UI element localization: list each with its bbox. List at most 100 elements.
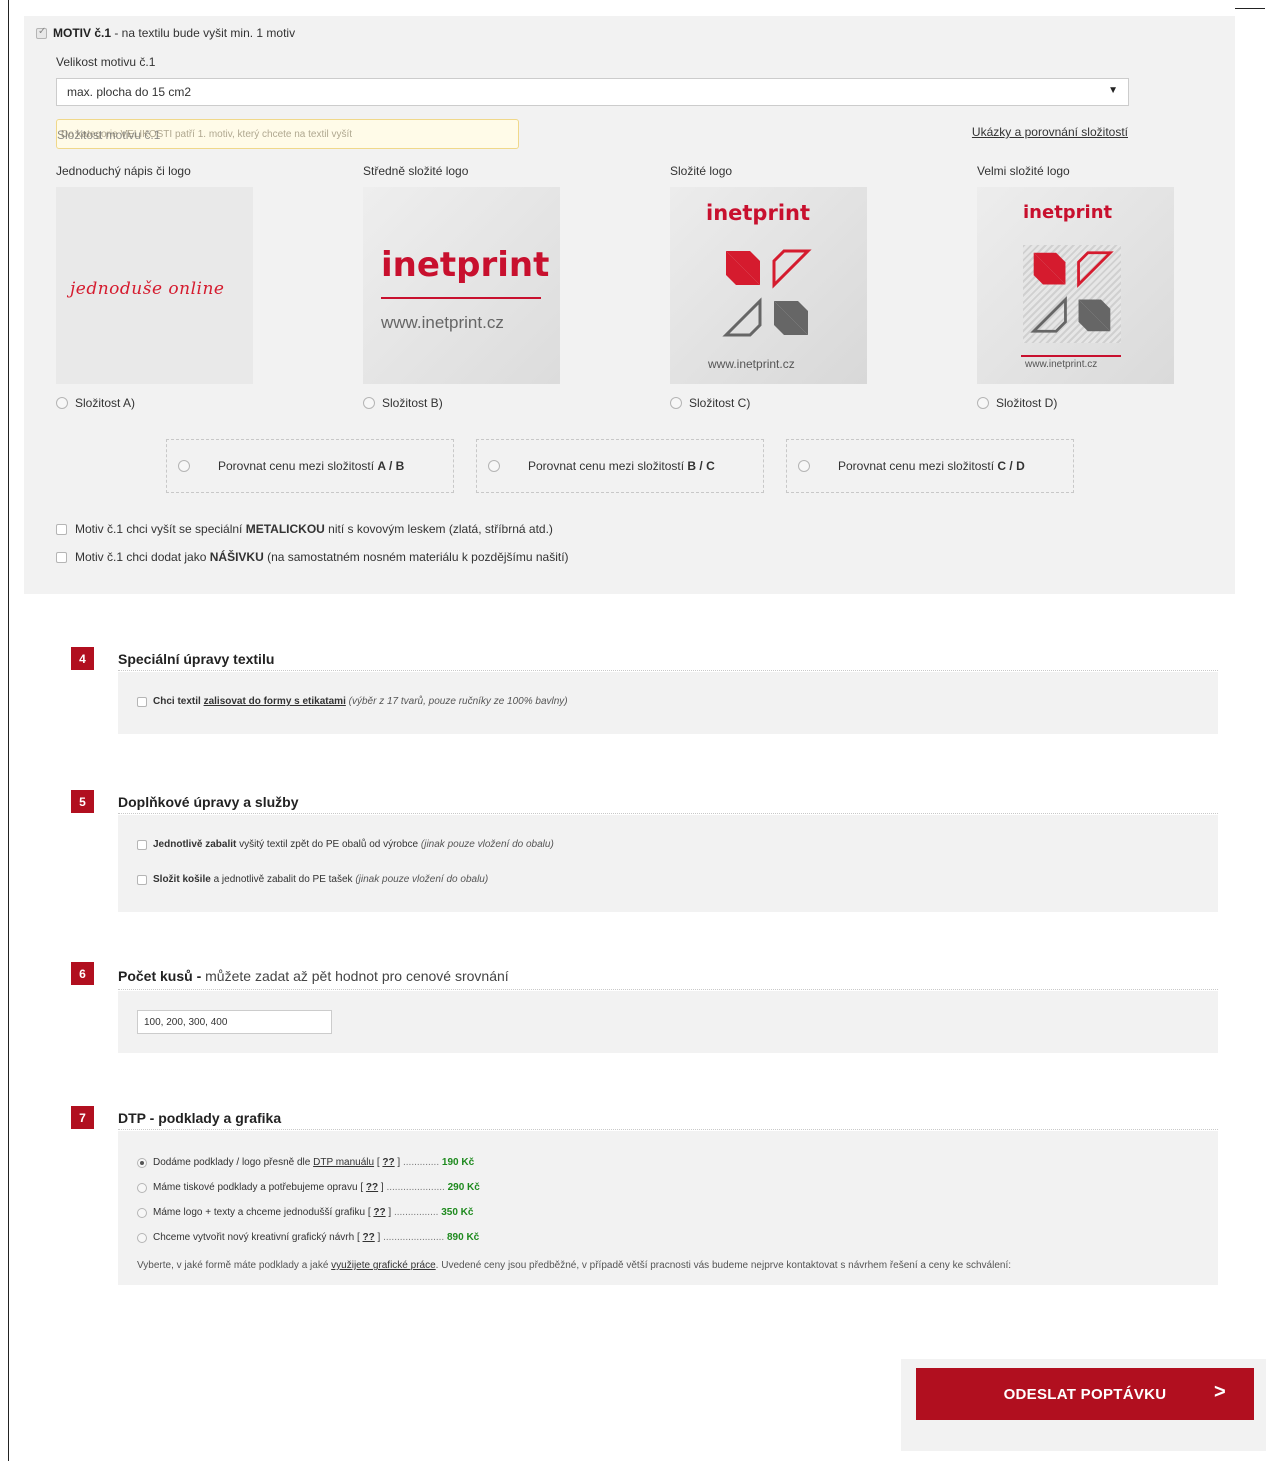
dtp-dots: ..................... [383, 1182, 448, 1193]
submit-inquiry-button[interactable]: ODESLAT POPTÁVKU > [916, 1368, 1254, 1420]
press-form-option[interactable]: Chci textil zalisovat do formy s etikata… [137, 696, 568, 707]
dtp-option-3-radio[interactable] [137, 1207, 147, 1218]
dtp-option-text: Dodáme podklady / logo přesně dle [153, 1157, 314, 1168]
dtp-price: 290 Kč [447, 1182, 480, 1193]
individual-pack-option[interactable]: Jednotlivě zabalit vyšitý textil zpět do… [137, 839, 554, 850]
image-caption: jednoduše online [70, 279, 225, 299]
graphic-work-link[interactable]: využijete grafické práce [331, 1260, 436, 1271]
page-frame-left [8, 0, 9, 1461]
dtp-option-1-radio[interactable] [137, 1157, 147, 1168]
complexity-d-image: inetprint www.inetprint.cz [977, 187, 1174, 384]
complexity-b-option[interactable]: Složitost B) [363, 396, 563, 410]
logo-underline [1021, 355, 1121, 357]
complexity-d-option[interactable]: Složitost D) [977, 396, 1177, 410]
fold-shirts-text: a jednotlivě zabalit do PE tašek [210, 874, 356, 885]
complexity-b: Středně složité logo inetprint www.inetp… [363, 164, 563, 410]
complexity-title: Středně složité logo [363, 164, 469, 178]
dtp-note: Vyberte, v jaké formě máte podklady a ja… [137, 1260, 1011, 1271]
dtp-option-2-radio[interactable] [137, 1182, 147, 1193]
patch-checkbox[interactable] [56, 551, 67, 563]
complexity-c-image: inetprint www.inetprint.cz [670, 187, 867, 384]
section-6-title-bold: Počet kusů - [118, 968, 202, 984]
motive-panel: MOTIV č.1 - na textilu bude vyšit min. 1… [24, 16, 1235, 594]
compare-text: Porovnat cenu mezi složitostí [838, 459, 998, 473]
complexity-d-radio[interactable] [977, 397, 989, 409]
fold-shirts-checkbox[interactable] [137, 874, 147, 885]
compare-a-b[interactable]: Porovnat cenu mezi složitostí A / B [166, 439, 454, 493]
fold-shirts-note: (jinak pouze vložení do obalu) [355, 874, 489, 885]
dtp-price: 350 Kč [441, 1207, 474, 1218]
section-5-number: 5 [71, 790, 94, 813]
section-7-number: 7 [71, 1106, 94, 1129]
patch-option[interactable]: Motiv č.1 chci dodat jako NÁŠIVKU (na sa… [56, 550, 569, 564]
complexity-a-option[interactable]: Složitost A) [56, 396, 256, 410]
metallic-checkbox[interactable] [56, 523, 67, 535]
individual-pack-bold: Jednotlivě zabalit [153, 839, 237, 850]
press-form-link[interactable]: zalisovat do formy s etikatami [204, 696, 346, 707]
dtp-option-text: Máme logo + texty a chceme jednodušší gr… [153, 1207, 366, 1218]
dtp-help-link[interactable]: ?? [382, 1157, 394, 1168]
dtp-option-4[interactable]: Chceme vytvořit nový kreativní grafický … [137, 1232, 479, 1243]
dtp-option-text: Máme tiskové podklady a potřebujeme opra… [153, 1182, 358, 1193]
compare-pair: B / C [687, 459, 715, 473]
fold-shirts-option[interactable]: Složit košile a jednotlivě zabalit do PE… [137, 874, 488, 885]
complexity-a-radio[interactable] [56, 397, 68, 409]
dtp-manual-link[interactable]: DTP manuálu [313, 1157, 374, 1168]
section-7-divider [118, 1129, 1218, 1130]
section-5-title: Doplňkové úpravy a služby [118, 794, 299, 810]
dtp-option-3[interactable]: Máme logo + texty a chceme jednodušší gr… [137, 1207, 473, 1218]
size-select-value: max. plocha do 15 cm2 [67, 85, 192, 99]
section-7-box: Dodáme podklady / logo přesně dle DTP ma… [118, 1131, 1218, 1285]
size-select[interactable]: max. plocha do 15 cm2 ▼ [56, 78, 1129, 106]
complexity-option-label: Složitost B) [382, 396, 443, 410]
section-6-title-rest: můžete zadat až pět hodnot pro cenové sr… [201, 968, 509, 984]
individual-pack-checkbox[interactable] [137, 839, 147, 850]
section-4-box: Chci textil zalisovat do formy s etikata… [118, 672, 1218, 734]
compare-a-b-radio[interactable] [178, 460, 190, 472]
section-4-number: 4 [71, 647, 94, 670]
dtp-option-2[interactable]: Máme tiskové podklady a potřebujeme opra… [137, 1182, 480, 1193]
dtp-help-link[interactable]: ?? [363, 1232, 375, 1243]
section-6-number: 6 [71, 962, 94, 985]
dtp-option-1[interactable]: Dodáme podklady / logo přesně dle DTP ma… [137, 1157, 474, 1168]
logo-url: www.inetprint.cz [381, 313, 504, 332]
complexity-option-label: Složitost D) [996, 396, 1058, 410]
compare-text: Porovnat cenu mezi složitostí [528, 459, 688, 473]
section-6-box [118, 991, 1218, 1053]
complexity-d: Velmi složité logo inetprint www.inetpri… [977, 164, 1177, 410]
dtp-help-link[interactable]: ?? [366, 1182, 378, 1193]
metallic-text: Motiv č.1 chci vyšít se speciální [75, 522, 246, 536]
compare-c-d-radio[interactable] [798, 460, 810, 472]
dtp-help-link[interactable]: ?? [373, 1207, 385, 1218]
complexity-label: Složitost motivu č.1 [57, 128, 161, 142]
complexity-c-radio[interactable] [670, 397, 682, 409]
complexity-b-radio[interactable] [363, 397, 375, 409]
compare-c-d[interactable]: Porovnat cenu mezi složitostí C / D [786, 439, 1074, 493]
size-label: Velikost motivu č.1 [56, 55, 156, 69]
section-6-title: Počet kusů - můžete zadat až pět hodnot … [118, 968, 509, 984]
complexity-a: Jednoduchý nápis či logo jednoduše onlin… [56, 164, 256, 410]
logo-url: www.inetprint.cz [1025, 359, 1098, 370]
dtp-option-4-radio[interactable] [137, 1232, 147, 1243]
complexity-c-option[interactable]: Složitost C) [670, 396, 870, 410]
press-form-checkbox[interactable] [137, 696, 147, 707]
complexity-title: Složité logo [670, 164, 733, 178]
compare-pair: A / B [377, 459, 405, 473]
patch-text: Motiv č.1 chci dodat jako [75, 550, 210, 564]
motive-checkbox[interactable] [36, 26, 47, 39]
quantity-input[interactable] [137, 1010, 332, 1034]
arrows-logo-icon [722, 249, 812, 337]
individual-pack-text: vyšitý textil zpět do PE obalů od výrobc… [236, 839, 421, 850]
section-4-title: Speciální úpravy textilu [118, 651, 275, 667]
compare-b-c-radio[interactable] [488, 460, 500, 472]
section-5-box: Jednotlivě zabalit vyšitý textil zpět do… [118, 815, 1218, 912]
metallic-option[interactable]: Motiv č.1 chci vyšít se speciální METALI… [56, 522, 553, 536]
motive-checkbox-row[interactable]: MOTIV č.1 - na textilu bude vyšit min. 1… [36, 26, 295, 40]
complexity-examples-link[interactable]: Ukázky a porovnání složitostí [972, 125, 1128, 139]
dtp-price: 890 Kč [447, 1232, 480, 1243]
compare-b-c[interactable]: Porovnat cenu mezi složitostí B / C [476, 439, 764, 493]
section-6-divider [118, 989, 1218, 990]
compare-pair: C / D [997, 459, 1025, 473]
dtp-note-post: . Uvedené ceny jsou předběžné, v případě… [435, 1260, 1011, 1271]
dtp-dots: ............. [400, 1157, 442, 1168]
